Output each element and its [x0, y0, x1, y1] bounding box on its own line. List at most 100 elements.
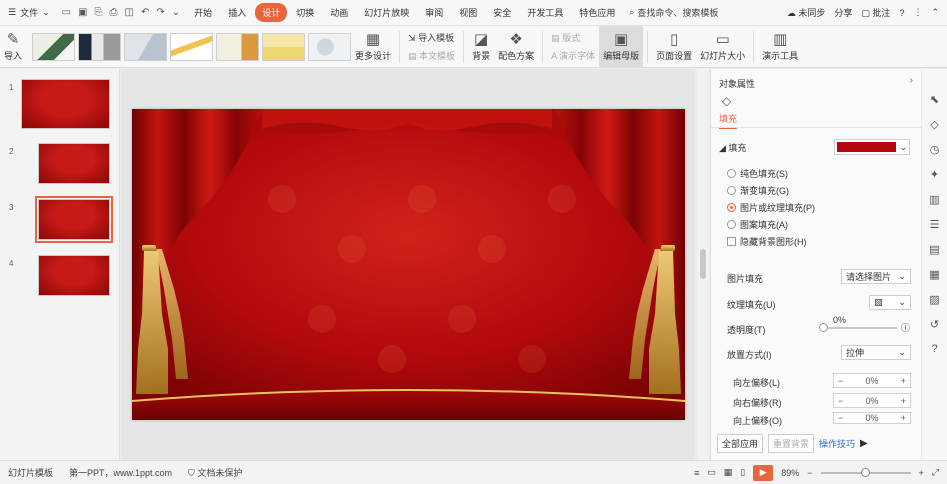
tab-developer[interactable]: 开发工具: [520, 3, 570, 22]
radio-gradient-fill[interactable]: 渐变填充(G): [727, 184, 789, 197]
stepper-value[interactable]: 0%: [865, 413, 878, 423]
apply-all-button[interactable]: 全部应用: [717, 434, 764, 453]
background-button[interactable]: ◪ 背景: [468, 26, 494, 67]
folder-icon[interactable]: ▭: [62, 7, 71, 18]
template-thumb[interactable]: [32, 32, 76, 61]
comment-button[interactable]: ▢ 批注: [861, 6, 890, 19]
print-icon[interactable]: ⎙: [110, 7, 118, 18]
tab-insert[interactable]: 插入: [221, 3, 253, 22]
plus-icon[interactable]: +: [901, 376, 906, 386]
offset-left-stepper[interactable]: − 0% +: [833, 373, 911, 388]
fit-window-icon[interactable]: ⤢: [932, 467, 939, 478]
hide-background-checkbox[interactable]: 隐藏背景图形(H): [727, 235, 807, 248]
slide-thumbnail-selected[interactable]: [35, 196, 113, 243]
fill-section-header[interactable]: ◢ 填充: [719, 141, 746, 154]
slide-thumbnail[interactable]: [21, 79, 110, 129]
this-template-button[interactable]: ▤ 本文模板: [408, 49, 455, 62]
tab-review[interactable]: 审阅: [418, 3, 450, 22]
plus-icon[interactable]: +: [901, 413, 906, 423]
zoom-value[interactable]: 89%: [781, 468, 799, 478]
help-icon[interactable]: ?: [931, 343, 937, 355]
scrollbar-thumb[interactable]: [700, 249, 706, 279]
share-button[interactable]: 分享: [834, 6, 852, 19]
fonts-button[interactable]: A 演示字体: [551, 49, 595, 62]
sync-button[interactable]: ☁ 未同步: [787, 6, 826, 19]
tab-start[interactable]: 开始: [187, 3, 219, 22]
export-icon[interactable]: ⎘: [95, 7, 103, 18]
video-icon[interactable]: ▶: [860, 438, 868, 449]
image-icon[interactable]: ▨: [929, 293, 939, 306]
save-icon[interactable]: ▣: [78, 7, 87, 18]
help-icon[interactable]: ?: [899, 8, 904, 18]
sparkle-icon[interactable]: ✦: [930, 168, 939, 181]
plus-icon[interactable]: +: [901, 396, 906, 406]
tab-view[interactable]: 视图: [452, 3, 484, 22]
page-setup-button[interactable]: ▯ 页面设置: [652, 26, 696, 67]
document-status[interactable]: ⛉ 文档未保护: [180, 466, 250, 479]
color-scheme-button[interactable]: ❖ 配色方案: [494, 26, 538, 67]
format-button[interactable]: ▤ 版式: [551, 31, 595, 44]
radio-picture-fill[interactable]: 图片或纹理填充(P): [727, 201, 815, 214]
undo-icon[interactable]: ↶: [141, 7, 149, 18]
more-options-icon[interactable]: ⋮: [913, 7, 922, 18]
template-thumb[interactable]: [170, 32, 214, 61]
sorter-view-icon[interactable]: ▦: [724, 467, 733, 478]
shape-icon[interactable]: ◇: [930, 118, 938, 131]
slide-template-label[interactable]: 幻灯片模板: [0, 466, 61, 479]
tab-security[interactable]: 安全: [486, 3, 518, 22]
more-design-button[interactable]: ▦ 更多设计: [351, 26, 395, 67]
import-template-button[interactable]: ⇲ 导入模板: [408, 31, 455, 44]
properties-icon[interactable]: ☰: [930, 218, 940, 231]
zoom-in-icon[interactable]: +: [919, 468, 924, 478]
more-icon[interactable]: ⌄: [172, 7, 180, 18]
normal-view-icon[interactable]: ▭: [707, 467, 716, 478]
preview-icon[interactable]: ◫: [125, 7, 134, 18]
tab-transition[interactable]: 切换: [289, 3, 321, 22]
slide-size-button[interactable]: ▭ 幻灯片大小: [696, 26, 749, 67]
document-icon[interactable]: ▤: [929, 243, 939, 256]
offset-right-stepper[interactable]: − 0% +: [833, 393, 911, 408]
zoom-slider[interactable]: [820, 467, 911, 477]
slide-thumbnail[interactable]: [38, 143, 110, 184]
tab-slideshow[interactable]: 幻灯片放映: [357, 3, 416, 22]
transparency-stepper-icon[interactable]: ⓘ: [901, 321, 910, 334]
reset-background-button[interactable]: 重置背景: [768, 434, 815, 453]
tab-animation[interactable]: 动画: [323, 3, 355, 22]
cursor-icon[interactable]: ⬉: [930, 93, 939, 106]
presentation-tools-button[interactable]: ▥ 演示工具: [758, 26, 802, 67]
collapse-ribbon-icon[interactable]: ⌃: [931, 7, 939, 18]
zoom-out-icon[interactable]: −: [807, 468, 812, 478]
slide-thumbnail[interactable]: [38, 255, 110, 296]
slider-knob[interactable]: [819, 323, 828, 332]
radio-pattern-fill[interactable]: 图案填充(A): [727, 218, 788, 231]
template-thumb[interactable]: [78, 32, 122, 61]
reading-view-icon[interactable]: ▯: [740, 467, 745, 478]
fill-swatch-dropdown[interactable]: ⌄: [834, 139, 910, 155]
minus-icon[interactable]: −: [838, 396, 843, 406]
tab-design[interactable]: 设计: [255, 3, 288, 22]
tutorial-link[interactable]: 操作技巧: [819, 437, 855, 450]
stepper-value[interactable]: 0%: [865, 396, 878, 406]
template-thumb[interactable]: [216, 32, 260, 61]
command-search[interactable]: ⌕ 查找命令、搜索模板: [629, 6, 718, 19]
picture-fill-select[interactable]: 请选择图片 ⌄: [841, 269, 911, 284]
placement-select[interactable]: 拉伸 ⌄: [841, 345, 911, 360]
import-button[interactable]: ✎ 导入: [0, 26, 26, 67]
minus-icon[interactable]: −: [838, 376, 843, 386]
play-slideshow-button[interactable]: ▶: [753, 464, 774, 481]
notes-icon[interactable]: ≡: [694, 468, 699, 478]
stepper-value[interactable]: 0%: [865, 376, 878, 386]
canvas-vertical-scrollbar[interactable]: [697, 69, 709, 460]
redo-icon[interactable]: ↷: [156, 7, 164, 18]
zoom-slider-knob[interactable]: [860, 467, 870, 477]
texture-fill-select[interactable]: ▧ ⌄: [869, 295, 911, 310]
template-thumb[interactable]: [262, 32, 306, 61]
minus-icon[interactable]: −: [838, 413, 843, 423]
close-panel-icon[interactable]: ›: [910, 75, 913, 86]
tab-features[interactable]: 特色应用: [572, 3, 622, 22]
fill-bucket-icon[interactable]: ◇: [722, 94, 731, 108]
history-icon[interactable]: ↺: [930, 318, 939, 331]
layout-icon[interactable]: ▦: [929, 268, 939, 281]
radio-solid-fill[interactable]: 纯色填充(S): [727, 167, 788, 180]
template-thumb[interactable]: [124, 32, 168, 61]
